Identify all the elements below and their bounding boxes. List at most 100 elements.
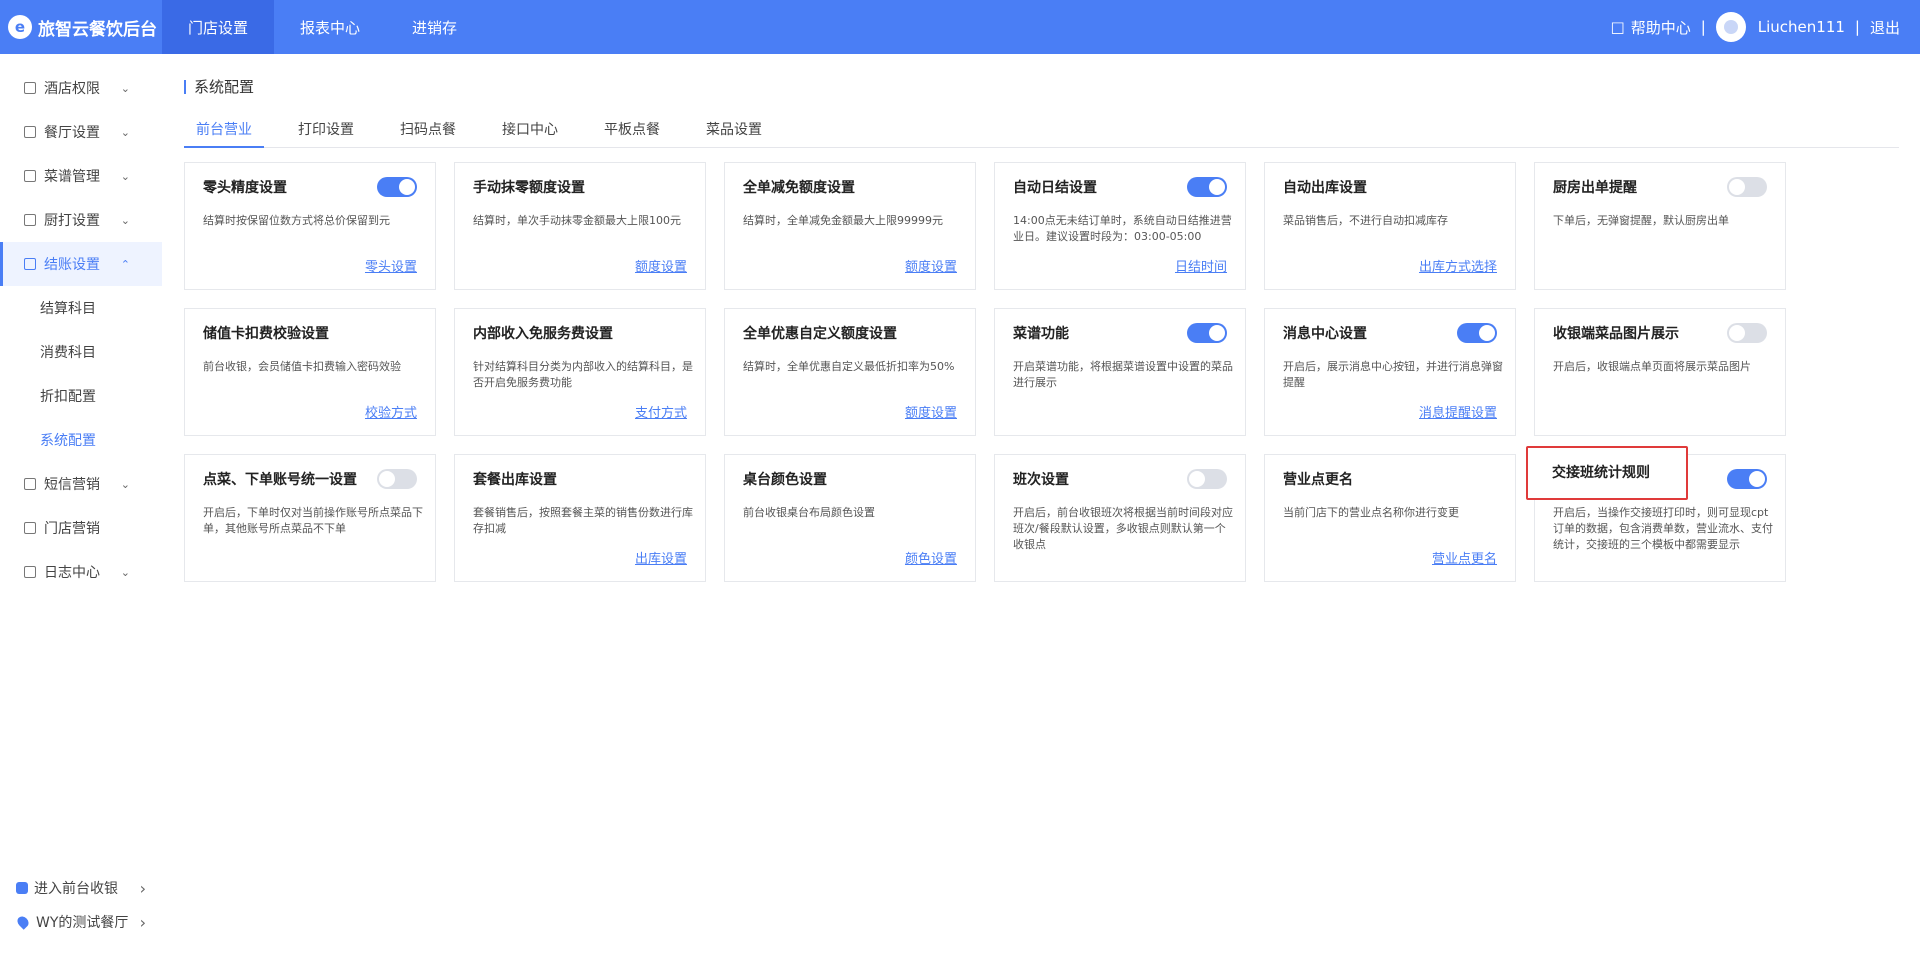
- sidebar-subitem-discount-config[interactable]: 折扣配置: [0, 374, 162, 418]
- sidebar-subitem-system-config[interactable]: 系统配置: [0, 418, 162, 462]
- card-description: 结算时，全单减免金额最大上限99999元: [743, 214, 943, 227]
- setting-card: 内部收入免服务费设置 针对结算科目分类为内部收入的结算科目，是否开启免服务费功能…: [454, 308, 706, 436]
- sidebar-item-sms-marketing[interactable]: 短信营销 ⌄: [0, 462, 162, 506]
- card-description: 开启菜谱功能，将根据菜谱设置中设置的菜品进行展示: [1013, 360, 1233, 389]
- sidebar-item-menu-management[interactable]: 菜谱管理 ⌄: [0, 154, 162, 198]
- logo-icon: e: [8, 15, 32, 39]
- card-description: 14:00点无未结订单时，系统自动日结推进营业日。建议设置时段为：03:00-0…: [1013, 214, 1232, 243]
- toggle-switch[interactable]: [377, 469, 417, 489]
- username[interactable]: Liuchen111: [1758, 18, 1845, 36]
- separator: |: [1700, 18, 1706, 36]
- chevron-down-icon: ⌄: [120, 81, 130, 95]
- page-title: 系统配置: [184, 76, 254, 97]
- help-center-button[interactable]: □ 帮助中心: [1611, 17, 1691, 38]
- avatar[interactable]: [1715, 12, 1746, 42]
- card-link[interactable]: 出库方式选择: [1419, 256, 1497, 275]
- nav-report-center[interactable]: 报表中心: [274, 0, 386, 54]
- setting-card: 全单减免额度设置 结算时，全单减免金额最大上限99999元 额度设置: [724, 162, 976, 290]
- tab-print-settings[interactable]: 打印设置: [286, 116, 366, 148]
- setting-card: 手动抹零额度设置 结算时，单次手动抹零金额最大上限100元 额度设置: [454, 162, 706, 290]
- card-description: 菜品销售后，不进行自动扣减库存: [1283, 214, 1448, 227]
- sidebar-item-log-center[interactable]: 日志中心 ⌄: [0, 550, 162, 594]
- chevron-up-icon: ⌃: [120, 257, 130, 271]
- sidebar-item-label: 厨打设置: [44, 213, 100, 229]
- card-description: 当前门店下的营业点名称你进行变更: [1283, 506, 1459, 519]
- setting-card: 点菜、下单账号统一设置 开启后，下单时仅对当前操作账号所点菜品下单，其他账号所点…: [184, 454, 436, 582]
- chevron-right-icon: ›: [139, 878, 146, 898]
- toggle-knob: [1479, 325, 1495, 341]
- toggle-switch[interactable]: [1727, 323, 1767, 343]
- setting-card: 菜谱功能 开启菜谱功能，将根据菜谱设置中设置的菜品进行展示: [994, 308, 1246, 436]
- card-title: 自动出库设置: [1283, 180, 1367, 196]
- toggle-switch[interactable]: [377, 177, 417, 197]
- card-description: 结算时，全单优惠自定义最低折扣率为50%: [743, 360, 955, 373]
- grid-icon: [24, 170, 36, 182]
- toggle-knob: [1209, 325, 1225, 341]
- sidebar-item-restaurant-settings[interactable]: 餐厅设置 ⌄: [0, 110, 162, 154]
- card-link[interactable]: 零头设置: [365, 256, 417, 275]
- printer-icon: [24, 214, 36, 226]
- toggle-switch[interactable]: [1457, 323, 1497, 343]
- enter-front-cashier-button[interactable]: 进入前台收银 ›: [0, 871, 162, 905]
- main-content: 系统配置 前台营业 打印设置 扫码点餐 接口中心 平板点餐 菜品设置 零头精度设…: [162, 54, 1920, 963]
- tabs: 前台营业 打印设置 扫码点餐 接口中心 平板点餐 菜品设置: [184, 116, 1899, 148]
- card-link[interactable]: 颜色设置: [905, 548, 957, 567]
- title-accent-bar: [184, 79, 186, 94]
- card-link[interactable]: 校验方式: [365, 402, 417, 421]
- chevron-down-icon: ⌄: [120, 169, 130, 183]
- sidebar-item-label: 门店营销: [44, 521, 100, 537]
- card-title: 班次设置: [1013, 472, 1069, 488]
- toggle-switch[interactable]: [1727, 177, 1767, 197]
- card-link[interactable]: 额度设置: [905, 402, 957, 421]
- toggle-knob: [1729, 325, 1745, 341]
- tab-dish-settings[interactable]: 菜品设置: [694, 116, 774, 148]
- card-title: 手动抹零额度设置: [473, 180, 585, 196]
- card-link[interactable]: 额度设置: [905, 256, 957, 275]
- setting-card: 全单优惠自定义额度设置 结算时，全单优惠自定义最低折扣率为50% 额度设置: [724, 308, 976, 436]
- card-link[interactable]: 日结时间: [1175, 256, 1227, 275]
- cashier-icon: [16, 882, 28, 894]
- sidebar-subitem-settlement-subjects[interactable]: 结算科目: [0, 286, 162, 330]
- card-link[interactable]: 出库设置: [635, 548, 687, 567]
- tab-interface-center[interactable]: 接口中心: [490, 116, 570, 148]
- card-title: 套餐出库设置: [473, 472, 557, 488]
- toggle-knob: [399, 179, 415, 195]
- bottom-label: 进入前台收银: [34, 881, 118, 897]
- toggle-switch[interactable]: [1187, 177, 1227, 197]
- card-description: 前台收银，会员储值卡扣费输入密码效验: [203, 360, 401, 373]
- sidebar-item-store-marketing[interactable]: 门店营销: [0, 506, 162, 550]
- card-title: 内部收入免服务费设置: [473, 326, 613, 342]
- card-link[interactable]: 消息提醒设置: [1419, 402, 1497, 421]
- sidebar-item-kitchen-print[interactable]: 厨打设置 ⌄: [0, 198, 162, 242]
- setting-card: 自动出库设置 菜品销售后，不进行自动扣减库存 出库方式选择: [1264, 162, 1516, 290]
- sidebar-item-checkout-settings[interactable]: 结账设置 ⌃: [0, 242, 162, 286]
- tab-tablet-order[interactable]: 平板点餐: [592, 116, 672, 148]
- card-title: 菜谱功能: [1013, 326, 1069, 342]
- setting-card: 桌台颜色设置 前台收银桌台布局颜色设置 颜色设置: [724, 454, 976, 582]
- toggle-switch[interactable]: [1187, 323, 1227, 343]
- restaurant-switch-button[interactable]: WY的测试餐厅 ›: [0, 905, 162, 939]
- nav-inventory[interactable]: 进销存: [386, 0, 483, 54]
- nav-store-settings[interactable]: 门店设置: [162, 0, 275, 54]
- card-description: 结算时按保留位数方式将总价保留到元: [203, 214, 390, 227]
- book-icon: □: [1610, 18, 1625, 36]
- home-icon: [24, 126, 36, 138]
- setting-card: 营业点更名 当前门店下的营业点名称你进行变更 营业点更名: [1264, 454, 1516, 582]
- card-title: 零头精度设置: [203, 180, 287, 196]
- card-title: 交接班统计规则: [1552, 465, 1650, 481]
- sidebar-item-hotel-permissions[interactable]: 酒店权限 ⌄: [0, 66, 162, 110]
- brand[interactable]: e 旅智云餐饮后台: [0, 0, 162, 54]
- toggle-switch[interactable]: [1727, 469, 1767, 489]
- card-link[interactable]: 营业点更名: [1432, 548, 1497, 567]
- card-description: 开启后，收银端点单页面将展示菜品图片: [1553, 360, 1751, 373]
- tab-scan-order[interactable]: 扫码点餐: [388, 116, 468, 148]
- toggle-switch[interactable]: [1187, 469, 1227, 489]
- tab-front-business[interactable]: 前台营业: [184, 116, 264, 148]
- page-title-text: 系统配置: [194, 78, 255, 96]
- card-link[interactable]: 额度设置: [635, 256, 687, 275]
- logout-button[interactable]: 退出: [1870, 17, 1900, 38]
- card-link[interactable]: 支付方式: [635, 402, 687, 421]
- chevron-down-icon: ⌄: [120, 125, 130, 139]
- sidebar-subitem-consumption-subjects[interactable]: 消费科目: [0, 330, 162, 374]
- card-title: 消息中心设置: [1283, 326, 1367, 342]
